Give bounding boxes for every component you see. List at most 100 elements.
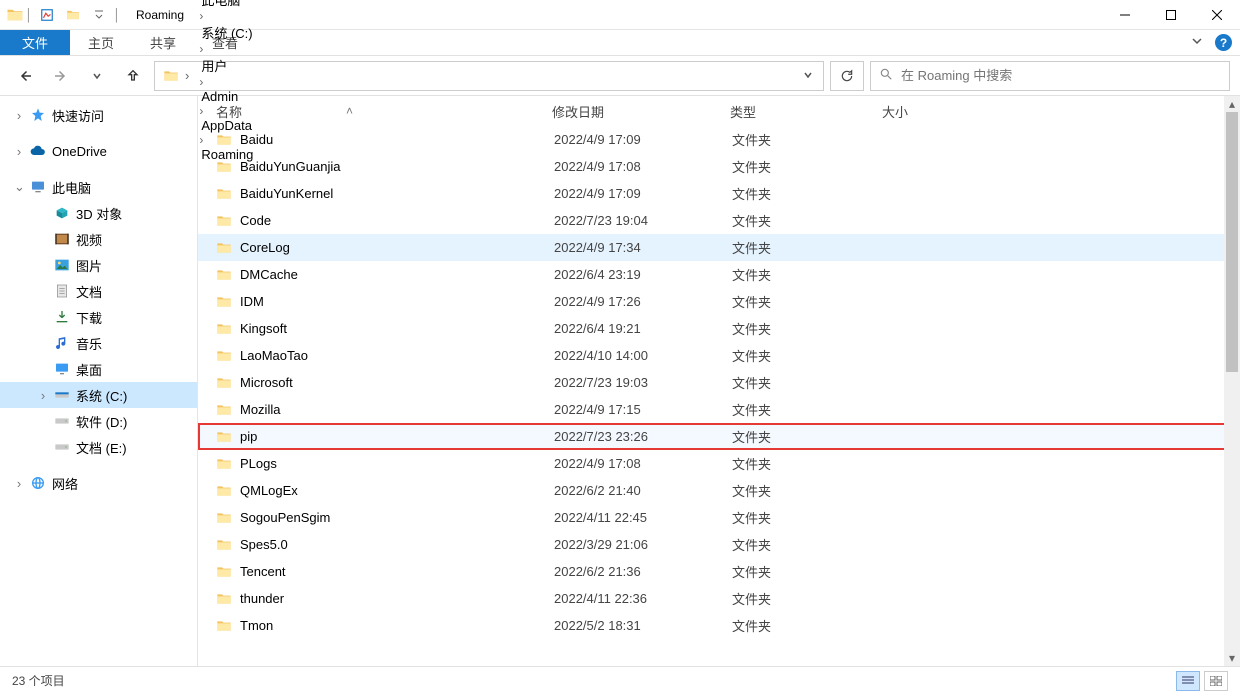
thumbnails-view-button[interactable] — [1204, 671, 1228, 691]
close-button[interactable] — [1194, 0, 1240, 30]
chevron-right-icon[interactable]: › — [197, 42, 205, 56]
scroll-up-icon[interactable]: ▴ — [1224, 96, 1240, 112]
table-row[interactable]: Microsoft2022/7/23 19:03文件夹 — [198, 369, 1240, 396]
file-name: LaoMaoTao — [240, 348, 308, 363]
qat-properties-button[interactable] — [34, 4, 60, 26]
breadcrumb-item[interactable]: 系统 (C:) — [197, 23, 257, 42]
file-tab[interactable]: 文件 — [0, 30, 70, 55]
table-row[interactable]: Code2022/7/23 19:04文件夹 — [198, 207, 1240, 234]
table-row[interactable]: CoreLog2022/4/9 17:34文件夹 — [198, 234, 1240, 261]
file-date: 2022/4/10 14:00 — [552, 348, 730, 363]
sidebar-item[interactable]: 图片 — [0, 252, 197, 278]
table-row[interactable]: Spes5.02022/3/29 21:06文件夹 — [198, 531, 1240, 558]
refresh-button[interactable] — [830, 61, 864, 91]
up-button[interactable] — [118, 62, 148, 90]
table-row[interactable]: DMCache2022/6/4 23:19文件夹 — [198, 261, 1240, 288]
sidebar-item[interactable]: ›系统 (C:) — [0, 382, 197, 408]
folder-icon — [216, 510, 232, 526]
tab-share[interactable]: 共享 — [132, 30, 194, 55]
file-date: 2022/4/9 17:08 — [552, 159, 730, 174]
table-row[interactable]: BaiduYunGuanjia2022/4/9 17:08文件夹 — [198, 153, 1240, 180]
sidebar-item-label: 快速访问 — [52, 106, 104, 125]
network-icon — [30, 475, 46, 491]
sidebar-item[interactable]: 下载 — [0, 304, 197, 330]
address-dropdown[interactable] — [797, 69, 819, 83]
table-row[interactable]: pip2022/7/23 23:26文件夹 — [198, 423, 1240, 450]
drive-d-icon — [54, 413, 70, 429]
sidebar-this-pc[interactable]: ⌄ 此电脑 — [0, 174, 197, 200]
chevron-right-icon[interactable]: › — [197, 75, 205, 89]
expander-icon[interactable]: › — [14, 144, 24, 159]
chevron-right-icon[interactable]: › — [183, 68, 191, 83]
file-type: 文件夹 — [730, 562, 882, 581]
sidebar-item[interactable]: 软件 (D:) — [0, 408, 197, 434]
vertical-scrollbar[interactable]: ▴ ▾ — [1224, 96, 1240, 666]
drive-c-icon — [54, 387, 70, 403]
breadcrumb-item[interactable]: 此电脑 — [197, 0, 257, 9]
breadcrumb-item[interactable]: 用户 — [197, 56, 257, 75]
file-date: 2022/4/11 22:36 — [552, 591, 730, 606]
sidebar-item-label: 此电脑 — [52, 178, 91, 197]
address-bar[interactable]: › 此电脑›系统 (C:)›用户›Admin›AppData›Roaming — [154, 61, 824, 91]
file-type: 文件夹 — [730, 238, 882, 257]
sidebar-item[interactable]: 3D 对象 — [0, 200, 197, 226]
expander-icon[interactable]: ⌄ — [14, 179, 24, 195]
sidebar-item[interactable]: 桌面 — [0, 356, 197, 382]
column-type[interactable]: 类型 — [730, 102, 882, 121]
table-row[interactable]: QMLogEx2022/6/2 21:40文件夹 — [198, 477, 1240, 504]
chevron-right-icon[interactable]: › — [197, 9, 205, 23]
file-type: 文件夹 — [730, 130, 882, 149]
table-row[interactable]: Baidu2022/4/9 17:09文件夹 — [198, 126, 1240, 153]
expander-icon[interactable]: › — [38, 388, 48, 403]
column-date[interactable]: 修改日期 — [552, 102, 730, 121]
forward-button[interactable] — [46, 62, 76, 90]
table-row[interactable]: Tmon2022/5/2 18:31文件夹 — [198, 612, 1240, 639]
qat-new-folder-button[interactable] — [60, 4, 86, 26]
table-row[interactable]: Tencent2022/6/2 21:36文件夹 — [198, 558, 1240, 585]
search-input[interactable] — [901, 68, 1221, 83]
file-type: 文件夹 — [730, 157, 882, 176]
file-name: thunder — [240, 591, 284, 606]
file-date: 2022/6/4 19:21 — [552, 321, 730, 336]
file-type: 文件夹 — [730, 616, 882, 635]
file-date: 2022/7/23 19:04 — [552, 213, 730, 228]
minimize-button[interactable] — [1102, 0, 1148, 30]
scroll-down-icon[interactable]: ▾ — [1224, 650, 1240, 666]
details-view-button[interactable] — [1176, 671, 1200, 691]
breadcrumb-root-icon[interactable]: › — [159, 68, 195, 84]
folder-icon — [216, 456, 232, 472]
maximize-button[interactable] — [1148, 0, 1194, 30]
table-row[interactable]: BaiduYunKernel2022/4/9 17:09文件夹 — [198, 180, 1240, 207]
qat-dropdown[interactable] — [86, 4, 112, 26]
recent-locations-button[interactable] — [82, 62, 112, 90]
expander-icon[interactable]: › — [14, 476, 24, 491]
quick-access-toolbar: │ │ — [0, 4, 126, 26]
sidebar-network[interactable]: › 网络 — [0, 470, 197, 496]
help-button[interactable]: ? — [1215, 34, 1232, 51]
search-box[interactable] — [870, 61, 1230, 91]
column-name[interactable]: 名称 ˄ — [216, 102, 552, 121]
table-row[interactable]: PLogs2022/4/9 17:08文件夹 — [198, 450, 1240, 477]
tab-home[interactable]: 主页 — [70, 30, 132, 55]
sidebar-item[interactable]: 文档 (E:) — [0, 434, 197, 460]
star-icon — [30, 107, 46, 123]
table-row[interactable]: Mozilla2022/4/9 17:15文件夹 — [198, 396, 1240, 423]
column-size[interactable]: 大小 — [882, 102, 1002, 121]
scroll-thumb[interactable] — [1226, 112, 1238, 372]
sidebar-item[interactable]: 视频 — [0, 226, 197, 252]
sidebar-item[interactable]: 音乐 — [0, 330, 197, 356]
table-row[interactable]: Kingsoft2022/6/4 19:21文件夹 — [198, 315, 1240, 342]
table-row[interactable]: LaoMaoTao2022/4/10 14:00文件夹 — [198, 342, 1240, 369]
folder-icon — [216, 402, 232, 418]
table-row[interactable]: thunder2022/4/11 22:36文件夹 — [198, 585, 1240, 612]
table-row[interactable]: SogouPenSgim2022/4/11 22:45文件夹 — [198, 504, 1240, 531]
back-button[interactable] — [10, 62, 40, 90]
sidebar-quick-access[interactable]: › 快速访问 — [0, 102, 197, 128]
expander-icon[interactable]: › — [14, 108, 24, 123]
table-row[interactable]: IDM2022/4/9 17:26文件夹 — [198, 288, 1240, 315]
folder-icon — [216, 159, 232, 175]
sidebar-item[interactable]: 文档 — [0, 278, 197, 304]
sidebar-onedrive[interactable]: › OneDrive — [0, 138, 197, 164]
file-name: PLogs — [240, 456, 277, 471]
ribbon-expand-icon[interactable] — [1191, 35, 1203, 50]
